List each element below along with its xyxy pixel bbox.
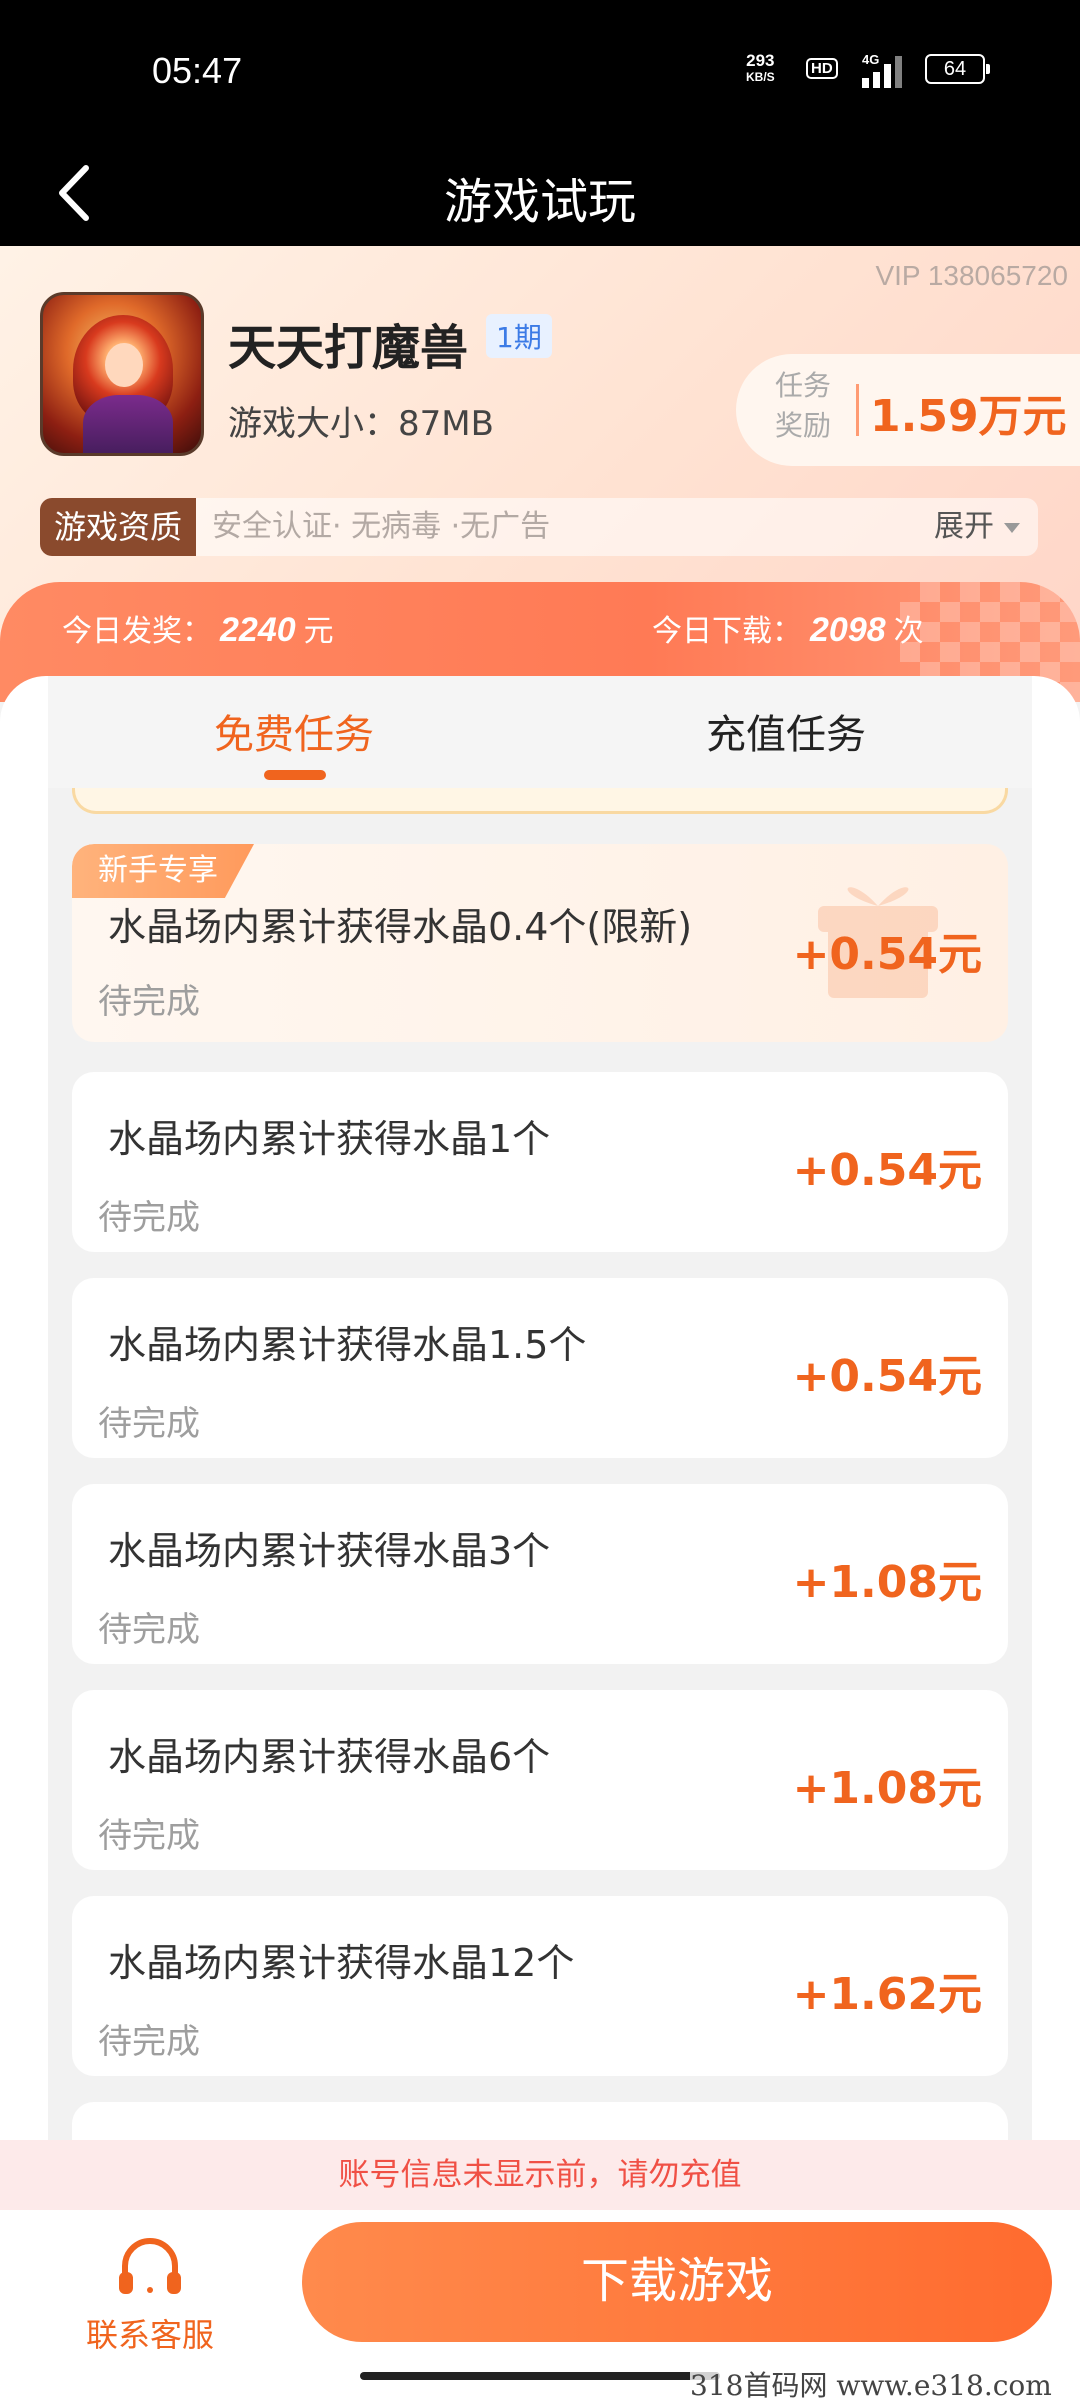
task-reward: +0.54元: [792, 1145, 982, 1196]
task-reward: +1.62元: [792, 1969, 982, 2020]
task-card[interactable]: 水晶场内累计获得水晶1个 待完成 +0.54元: [72, 1072, 1008, 1252]
hd-icon: HD: [806, 58, 838, 79]
task-title: 水晶场内累计获得水晶0.4个(限新): [108, 905, 693, 949]
today-award: 今日发奖： 2240 元: [62, 606, 334, 650]
signal-icon: 4G: [862, 52, 906, 88]
task-status: 待完成: [98, 1198, 200, 1238]
customer-service-button[interactable]: 联系客服: [80, 2234, 220, 2356]
period-badge: 1期: [486, 314, 552, 358]
collapsed-notice: [72, 788, 1008, 814]
task-reward-label: 任务奖励: [774, 369, 831, 442]
task-status: 待完成: [98, 2022, 200, 2062]
qualification-text: 安全认证· 无病毒 ·无广告: [212, 509, 551, 544]
headset-icon: [119, 2238, 181, 2294]
active-tab-indicator: [264, 770, 326, 780]
task-status: 待完成: [98, 1610, 200, 1650]
task-reward: +1.08元: [792, 1557, 982, 1608]
network-speed: 293 KB/S: [746, 51, 775, 85]
battery-icon: 64: [925, 54, 990, 84]
task-title: 水晶场内累计获得水晶1.5个: [108, 1323, 587, 1367]
task-status: 待完成: [98, 1404, 200, 1444]
task-reward-value: 1.59万元: [870, 391, 1067, 442]
today-award-unit: 元: [303, 614, 334, 649]
task-reward: +0.54元: [792, 1351, 982, 1402]
today-award-value: 2240: [220, 611, 296, 649]
task-status: 待完成: [98, 1816, 200, 1856]
recharge-warning: 账号信息未显示前，请勿充值: [0, 2140, 1080, 2210]
qualification-tag: 游戏资质: [40, 498, 197, 556]
chevron-down-icon: [1004, 522, 1020, 533]
network-type: 4G: [862, 52, 880, 67]
game-icon: [40, 292, 204, 456]
task-card[interactable]: 水晶场内累计获得水晶12个 待完成 +1.62元: [72, 1896, 1008, 2076]
game-size: 游戏大小：87MB: [228, 404, 494, 444]
task-title: 水晶场内累计获得水晶6个: [108, 1735, 551, 1779]
task-title: 水晶场内累计获得水晶12个: [108, 1941, 575, 1985]
expand-button[interactable]: 展开: [934, 498, 1020, 556]
today-download: 今日下载： 2098 次: [652, 606, 924, 650]
download-game-button[interactable]: 下载游戏: [302, 2222, 1052, 2342]
customer-service-label: 联系客服: [85, 2316, 214, 2354]
today-award-label: 今日发奖：: [62, 614, 212, 649]
title-bar: 游戏试玩: [0, 140, 1080, 246]
task-reward-box: 任务奖励 1.59万元: [736, 354, 1080, 466]
task-panel: 免费任务 充值任务 新手专享 水晶场内累计获得水晶0.4个(限新) 待完成 +0…: [0, 676, 1080, 2140]
home-indicator[interactable]: [360, 2372, 720, 2380]
task-card[interactable]: 水晶场内累计获得水晶6个 待完成 +1.08元: [72, 1690, 1008, 1870]
task-card[interactable]: 水晶场内累计获得水晶3个 待完成 +1.08元: [72, 1484, 1008, 1664]
today-download-label: 今日下载：: [652, 614, 802, 649]
status-bar: 05:47 293 KB/S HD 4G 64: [0, 0, 1080, 140]
expand-label: 展开: [934, 509, 994, 544]
page-title: 游戏试玩: [443, 174, 636, 230]
network-speed-value: 293: [746, 51, 775, 70]
task-tabs: 免费任务 充值任务: [48, 676, 1032, 788]
tab-free-tasks[interactable]: 免费任务: [48, 702, 540, 760]
task-card[interactable]: 新手专享 水晶场内累计获得水晶0.4个(限新) 待完成 +0.54元: [72, 844, 1008, 1042]
today-download-unit: 次: [893, 614, 924, 649]
vip-id: VIP 138065720: [875, 260, 1068, 291]
qualification-bar: 游戏资质 安全认证· 无病毒 ·无广告 展开: [40, 498, 1038, 556]
task-title: 水晶场内累计获得水晶1个: [108, 1117, 551, 1161]
task-reward: +0.54元: [792, 929, 982, 980]
tab-recharge-tasks[interactable]: 充值任务: [540, 702, 1032, 760]
watermark: 318首码网 www.e318.com: [690, 2364, 1052, 2400]
task-title: 水晶场内累计获得水晶3个: [108, 1529, 551, 1573]
task-reward: +1.08元: [792, 1763, 982, 1814]
network-speed-unit: KB/S: [746, 70, 775, 84]
task-card[interactable]: 水晶场内累计获得水晶1.5个 待完成 +0.54元: [72, 1278, 1008, 1458]
task-card-partial[interactable]: [72, 2102, 1008, 2140]
game-name: 天天打魔兽: [228, 320, 469, 376]
newbie-badge: 新手专享: [72, 844, 254, 898]
task-status: 待完成: [98, 982, 200, 1022]
today-download-value: 2098: [810, 611, 886, 649]
status-time: 05:47: [152, 50, 243, 91]
